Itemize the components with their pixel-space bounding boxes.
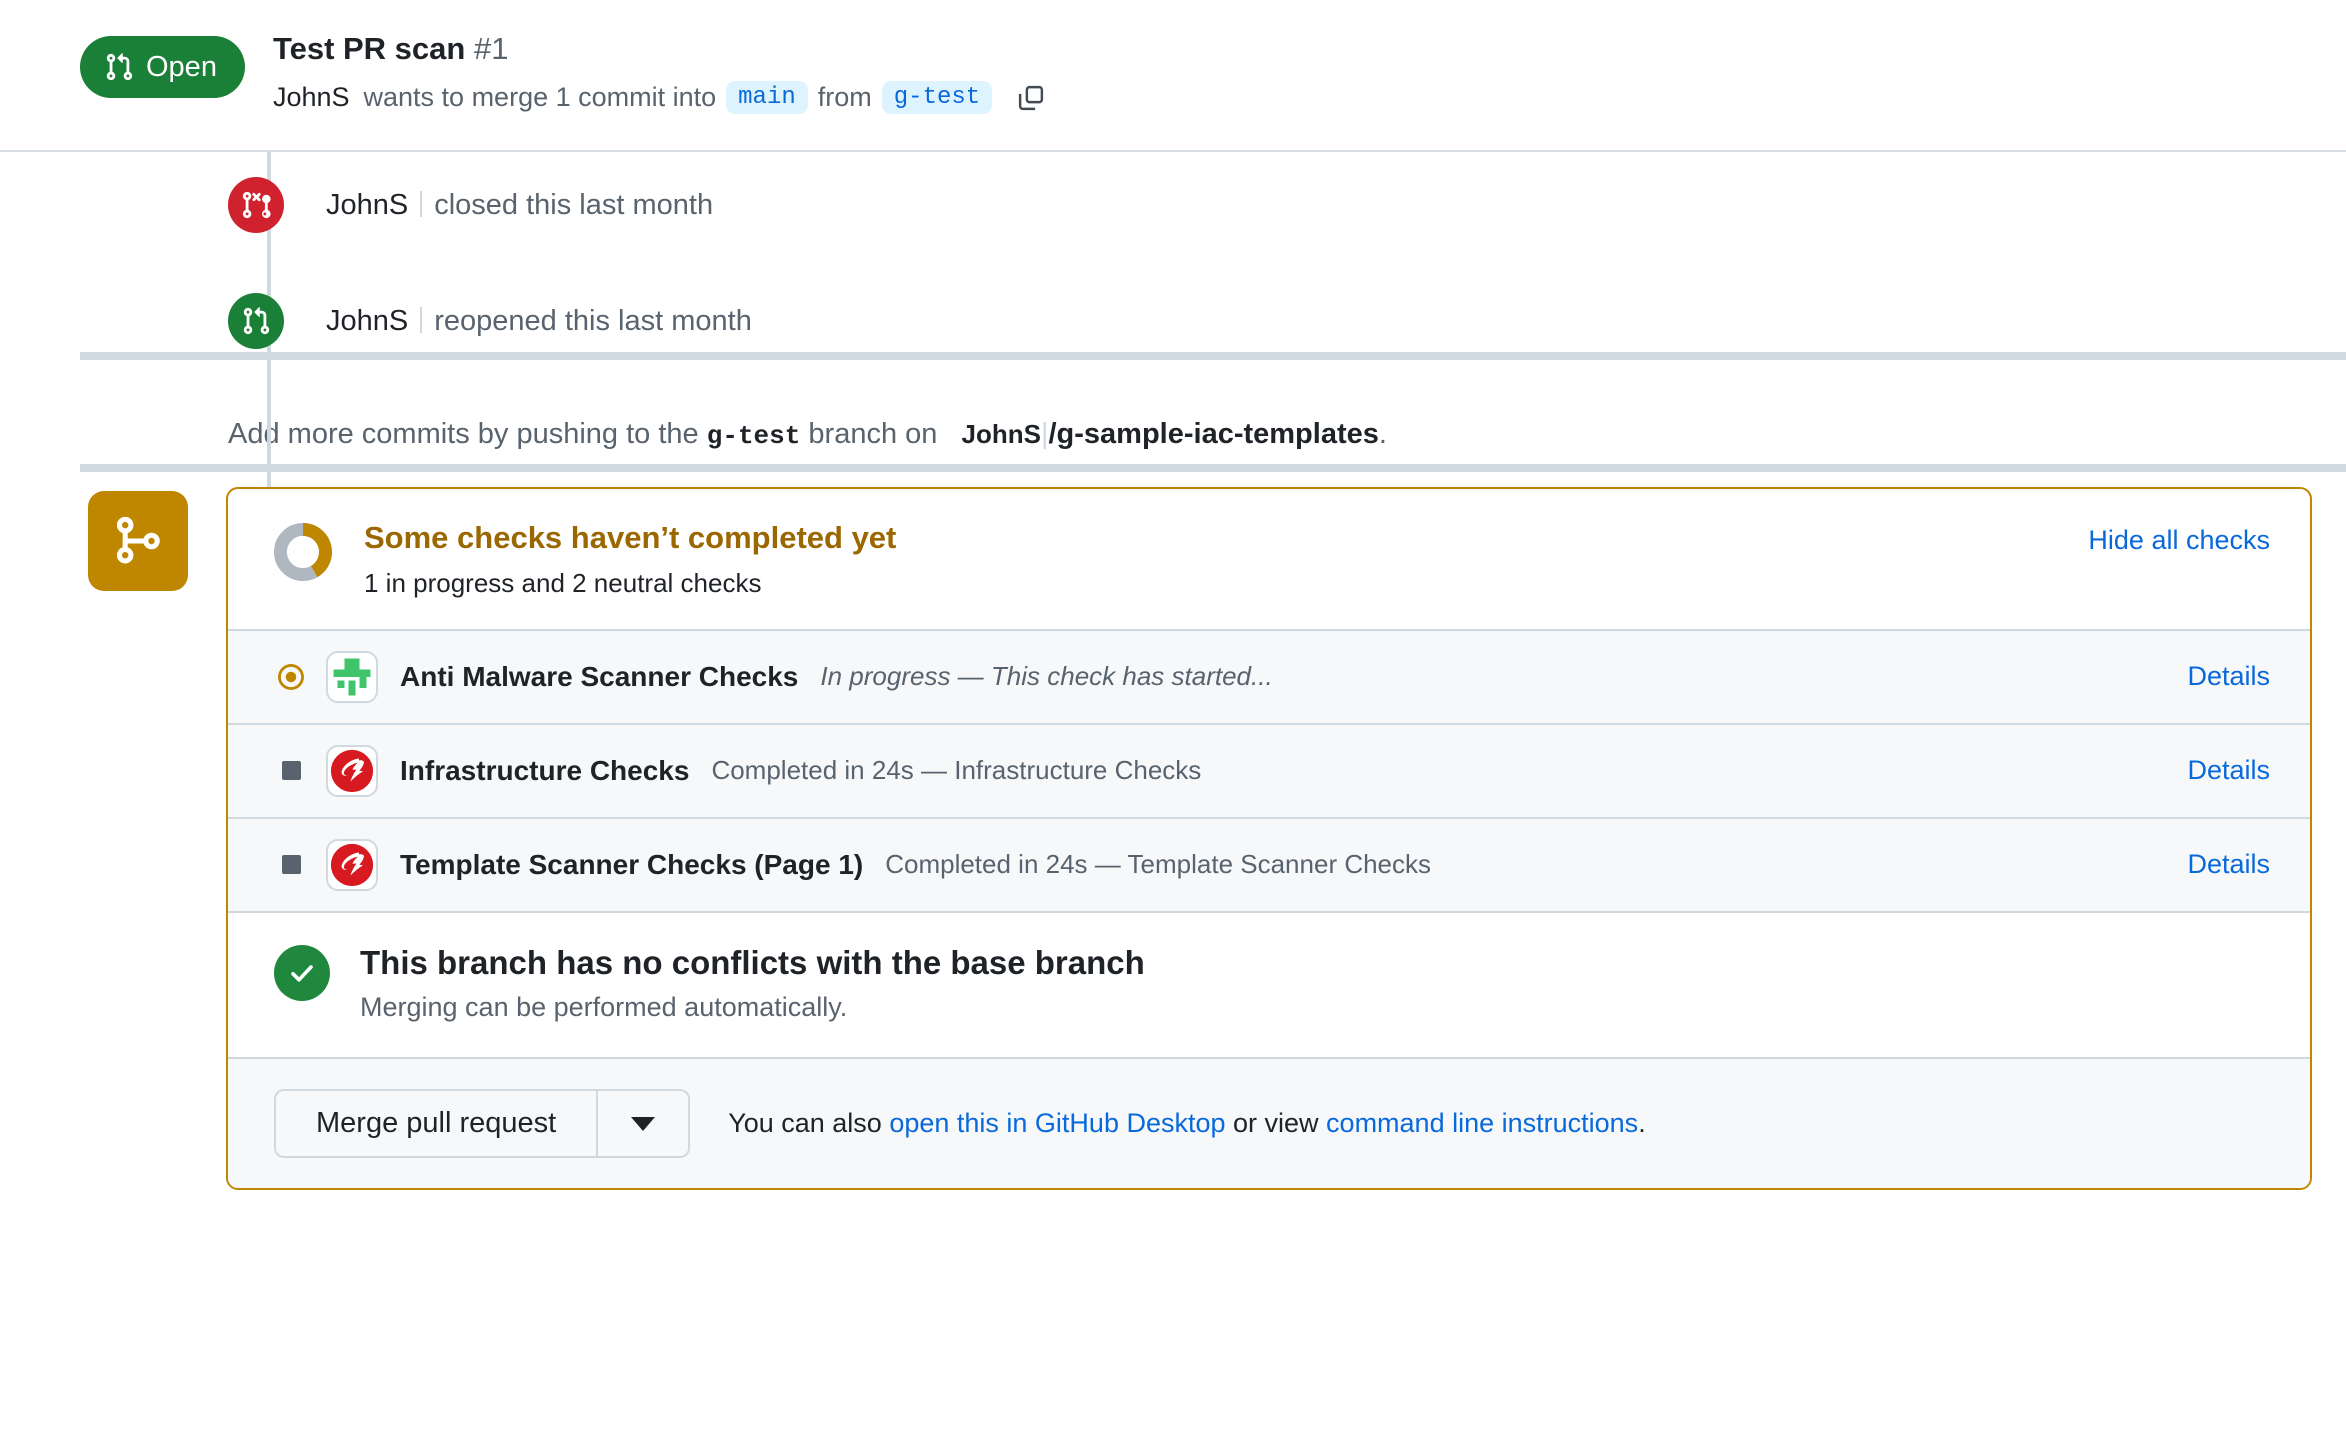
timeline-separator [420, 191, 423, 217]
github-desktop-link[interactable]: open this in GitHub Desktop [889, 1108, 1225, 1138]
pr-number: #1 [473, 31, 509, 66]
check-name: Anti Malware Scanner Checks [400, 660, 799, 692]
timeline-event-closed: JohnS closed this last month [0, 152, 2346, 258]
pr-subtitle: JohnS wants to merge 1 commit into main … [273, 81, 1046, 115]
donut-progress-icon [274, 523, 332, 586]
pr-title: Test PR scan [272, 31, 466, 66]
timeline-separator [420, 307, 423, 333]
add-commits-branch: g-test [706, 421, 801, 451]
check-name: Template Scanner Checks (Page 1) [400, 848, 864, 880]
check-description: Completed in 24s — Infrastructure Checks [711, 755, 1202, 786]
in-progress-dot-icon [274, 663, 308, 691]
merge-options-dropdown[interactable] [596, 1091, 689, 1157]
git-pull-request-icon [104, 52, 134, 82]
pr-state-badge: Open [80, 36, 245, 98]
add-commits-middle: branch on [808, 418, 938, 450]
timeline-actor[interactable]: JohnS [326, 305, 408, 338]
hide-all-checks-link[interactable]: Hide all checks [2088, 525, 2270, 556]
repo-name: /g-sample-iac-templates [1048, 418, 1379, 450]
chevron-down-icon [631, 1116, 656, 1131]
check-row[interactable]: Anti Malware Scanner Checks In progress … [228, 628, 2310, 723]
add-commits-suffix: . [1378, 418, 1387, 450]
git-merge-icon [88, 491, 188, 591]
timeline-actor[interactable]: JohnS [326, 189, 408, 222]
merge-conflict-subtitle: Merging can be performed automatically. [360, 992, 848, 1023]
merge-pull-request-button[interactable]: Merge pull request [276, 1091, 597, 1157]
pull-request-closed-icon [228, 177, 284, 233]
pr-header: Open Test PR scan #1 JohnS wants to merg… [0, 0, 2346, 152]
checks-summary-subtitle: 1 in progress and 2 neutral checks [364, 567, 762, 598]
anti-malware-scanner-app-avatar [326, 650, 378, 703]
checks-summary-title: Some checks haven’t completed yet [364, 520, 897, 555]
footer-note-prefix: You can also [728, 1108, 890, 1139]
merge-footer-note: You can also open this in GitHub Desktop… [728, 1108, 1646, 1139]
checks-summary-text: Some checks haven’t completed yet 1 in p… [364, 519, 2088, 599]
from-word: from [817, 82, 872, 113]
timeline-event-text: JohnS reopened this last month [326, 304, 752, 338]
merge-button-group: Merge pull request [274, 1089, 691, 1159]
timeline-event-reopened: JohnS reopened this last month [0, 268, 2346, 374]
pr-author[interactable]: JohnS [273, 82, 350, 113]
check-details-link[interactable]: Details [2187, 661, 2270, 692]
check-row[interactable]: Infrastructure Checks Completed in 24s —… [228, 722, 2310, 817]
timeline-divider-2 [80, 464, 2346, 472]
merge-area: Some checks haven’t completed yet 1 in p… [0, 487, 2346, 1191]
merge-footer: Merge pull request You can also open thi… [228, 1057, 2310, 1189]
pr-state-label: Open [146, 50, 217, 83]
merge-conflict-text: This branch has no conflicts with the ba… [360, 943, 1145, 1024]
pull-request-reopened-icon [228, 293, 284, 349]
neutral-square-icon [274, 761, 308, 781]
footer-note-suffix: . [1638, 1108, 1646, 1139]
check-description: Completed in 24s — Template Scanner Chec… [885, 849, 1432, 880]
merge-conflict-status: This branch has no conflicts with the ba… [228, 910, 2310, 1058]
check-circle-icon [274, 944, 330, 1001]
pr-timeline: JohnS closed this last month JohnS reope… [0, 152, 2346, 494]
merge-panel: Some checks haven’t completed yet 1 in p… [226, 487, 2312, 1191]
head-branch-chip[interactable]: g-test [881, 81, 993, 115]
timeline-action-text: reopened this last month [434, 305, 752, 337]
timeline-event-text: JohnS closed this last month [326, 188, 713, 222]
check-row[interactable]: Template Scanner Checks (Page 1) Complet… [228, 816, 2310, 911]
checks-summary-header: Some checks haven’t completed yet 1 in p… [228, 489, 2310, 629]
check-details-link[interactable]: Details [2187, 755, 2270, 786]
pr-title-line: Test PR scan #1 [273, 30, 1046, 67]
repo-reference[interactable]: JohnS|/g-sample-iac-templates [961, 418, 1378, 450]
footer-note-middle: or view [1225, 1108, 1327, 1139]
trend-micro-app-avatar [326, 744, 378, 797]
pr-header-text: Test PR scan #1 JohnS wants to merge 1 c… [273, 30, 1046, 115]
copy-icon[interactable] [1016, 83, 1046, 113]
repo-owner: JohnS [961, 419, 1041, 449]
base-branch-chip[interactable]: main [726, 81, 808, 115]
check-name: Infrastructure Checks [400, 754, 690, 786]
panel-notch-inner [228, 523, 232, 557]
trend-micro-app-avatar [326, 838, 378, 891]
add-commits-prefix: Add more commits by pushing to the [228, 418, 699, 450]
command-line-instructions-link[interactable]: command line instructions [1326, 1108, 1638, 1138]
neutral-square-icon [274, 855, 308, 875]
check-description: In progress — This check has started... [820, 661, 1273, 692]
merge-conflict-title: This branch has no conflicts with the ba… [360, 943, 1145, 981]
pr-merge-phrase: wants to merge 1 commit into [363, 82, 717, 113]
timeline-action-text: closed this last month [434, 189, 714, 221]
check-details-link[interactable]: Details [2187, 849, 2270, 880]
